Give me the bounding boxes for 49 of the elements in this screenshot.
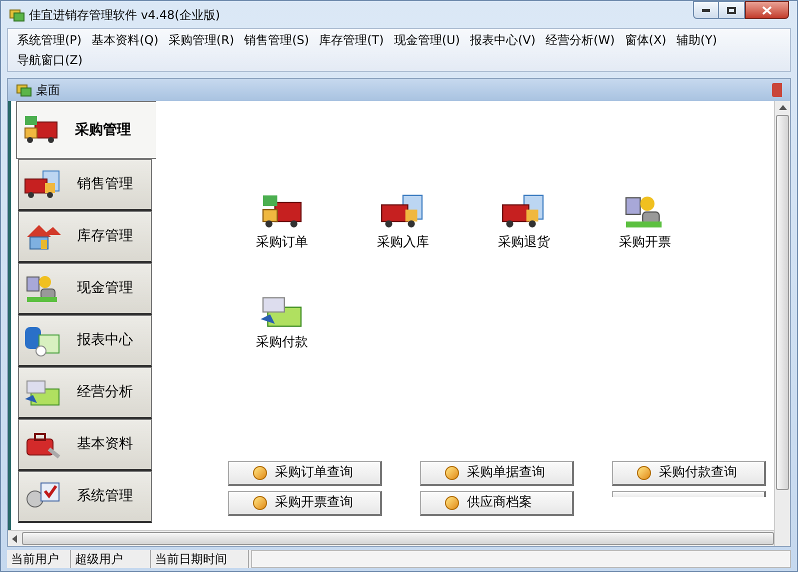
- function-button[interactable]: 采购退货: [484, 193, 564, 252]
- sidebar-tab[interactable]: 现金管理: [18, 263, 152, 315]
- menu-item[interactable]: 报表中心(V): [464, 30, 541, 50]
- bullet-icon: [253, 466, 267, 480]
- horizontal-scrollbar[interactable]: [8, 530, 774, 546]
- menu-item[interactable]: 窗体(X): [620, 30, 672, 50]
- status-field: 当前日期时间: [151, 550, 249, 568]
- app-icon: [9, 8, 25, 22]
- sidebar-tab[interactable]: 系统管理: [18, 471, 152, 523]
- sidebar-tab[interactable]: 基本资料: [18, 419, 152, 471]
- bullet-icon: [445, 466, 459, 480]
- menu-item[interactable]: 基本资料(Q): [86, 30, 164, 50]
- bullet-icon: [445, 496, 459, 510]
- bullet-icon: [637, 466, 651, 480]
- menu-item[interactable]: 导航窗口(Z): [12, 50, 88, 70]
- menu-item[interactable]: 经营分析(W): [540, 30, 620, 50]
- function-button[interactable]: 采购开票: [605, 193, 685, 252]
- menu-item[interactable]: 销售管理(S): [239, 30, 314, 50]
- status-field: 超级用户: [71, 550, 151, 568]
- function-button[interactable]: 采购入库: [363, 193, 443, 252]
- close-button[interactable]: [745, 1, 789, 19]
- function-button[interactable]: 采购付款: [242, 292, 322, 352]
- sidebar-tab[interactable]: 经营分析: [18, 367, 152, 419]
- menu-item[interactable]: 现金管理(U): [388, 30, 465, 50]
- scroll-up-icon[interactable]: [778, 105, 786, 111]
- menu-item[interactable]: 采购管理(R): [163, 30, 240, 50]
- scroll-left-icon[interactable]: [12, 534, 18, 542]
- maximize-button[interactable]: [719, 1, 745, 19]
- status-field: 当前用户: [7, 550, 71, 568]
- window-title: 佳宜进销存管理软件 v4.48(企业版): [29, 6, 220, 24]
- desktop-icon: [16, 83, 32, 97]
- query-button[interactable]: 采购单据查询: [420, 461, 574, 486]
- minimize-button[interactable]: [693, 1, 719, 19]
- sidebar-tab[interactable]: 报表中心: [18, 315, 152, 367]
- vertical-scrollbar[interactable]: [774, 101, 790, 546]
- desktop-title: 桌面: [36, 82, 60, 99]
- query-button[interactable]: 供应商档案: [420, 491, 574, 516]
- function-button[interactable]: 采购订单: [242, 193, 322, 252]
- query-button[interactable]: 采购开票查询: [228, 491, 382, 516]
- menu-item[interactable]: 辅助(Y): [671, 30, 722, 50]
- bullet-icon: [253, 496, 267, 510]
- sidebar-tab[interactable]: 采购管理: [16, 101, 156, 159]
- query-button[interactable]: 采购订单查询: [228, 461, 382, 486]
- sidebar-tab[interactable]: 销售管理: [18, 159, 152, 211]
- menu-item[interactable]: 库存管理(T): [314, 30, 389, 50]
- query-button[interactable]: 采购付款查询: [612, 461, 766, 486]
- sidebar-tab[interactable]: 库存管理: [18, 211, 152, 263]
- menu-item[interactable]: 系统管理(P): [12, 30, 87, 50]
- close-icon: [762, 6, 772, 14]
